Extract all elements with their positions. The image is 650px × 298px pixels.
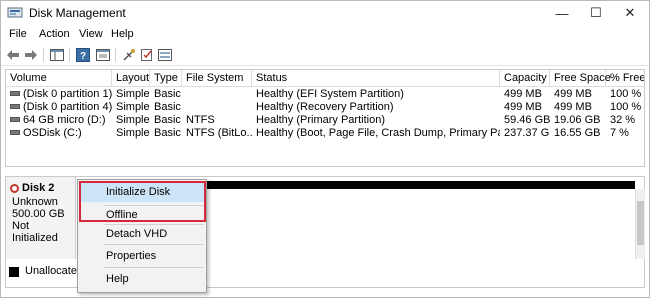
volume-icon bbox=[10, 90, 20, 96]
menu-file[interactable]: File bbox=[9, 28, 27, 40]
cell-layout: Simple bbox=[116, 127, 150, 139]
connect-icon[interactable] bbox=[121, 47, 137, 63]
minimize-button[interactable]: — bbox=[545, 1, 579, 25]
table-row[interactable]: OSDisk (C:) Simple Basic NTFS (BitLo... … bbox=[6, 127, 644, 140]
unallocated-region[interactable] bbox=[206, 189, 635, 259]
cell-file-system: NTFS (BitLo... bbox=[186, 127, 252, 139]
back-arrow-icon[interactable] bbox=[5, 47, 21, 63]
cell-file-system bbox=[182, 88, 252, 101]
col-capacity[interactable]: Capacity bbox=[500, 70, 550, 86]
cell-layout: Simple bbox=[116, 114, 150, 126]
cell-free-space: 499 MB bbox=[554, 88, 592, 100]
cell-status: Healthy (Recovery Partition) bbox=[256, 101, 394, 113]
disk-state: Not Initialized bbox=[12, 220, 58, 244]
col-free-space[interactable]: Free Space bbox=[550, 70, 611, 86]
volume-list: Volume Layout Type File System Status Ca… bbox=[5, 69, 645, 167]
cell-layout: Simple bbox=[116, 101, 150, 113]
scrollbar-thumb[interactable] bbox=[637, 201, 644, 245]
cell-type: Basic bbox=[154, 114, 181, 126]
cell-capacity: 237.37 GB bbox=[504, 127, 550, 139]
volume-list-header: Volume Layout Type File System Status Ca… bbox=[6, 70, 644, 87]
volume-icon bbox=[10, 103, 20, 109]
volume-icon bbox=[10, 116, 20, 122]
cell-type: Basic bbox=[154, 101, 181, 113]
cell-type: Basic bbox=[154, 88, 181, 100]
table-row[interactable]: 64 GB micro (D:) Simple Basic NTFS Healt… bbox=[6, 114, 644, 127]
svg-text:?: ? bbox=[80, 51, 86, 62]
table-row[interactable]: (Disk 0 partition 4) Simple Basic Health… bbox=[6, 101, 644, 114]
cell-free-space: 16.55 GB bbox=[554, 127, 601, 139]
disk-label[interactable]: Disk 2 Unknown 500.00 GB Not Initialized bbox=[6, 177, 76, 259]
col-type[interactable]: Type bbox=[150, 70, 182, 86]
maximize-button[interactable]: ☐ bbox=[579, 1, 613, 25]
cell-volume: OSDisk (C:) bbox=[23, 127, 82, 139]
cell-capacity: 59.46 GB bbox=[504, 114, 550, 126]
window-title: Disk Management bbox=[29, 6, 126, 20]
menu-item-properties[interactable]: Properties bbox=[106, 250, 156, 262]
checklist-icon[interactable] bbox=[139, 47, 155, 63]
table-row[interactable]: (Disk 0 partition 1) Simple Basic Health… bbox=[6, 88, 644, 101]
cell-free-space: 499 MB bbox=[554, 101, 592, 113]
col-file-system[interactable]: File System bbox=[182, 70, 252, 86]
highlight-annotation-box bbox=[79, 181, 206, 222]
properties-icon[interactable] bbox=[95, 47, 111, 63]
cell-type: Basic bbox=[154, 127, 181, 139]
cell-free-space: 19.06 GB bbox=[554, 114, 601, 126]
cell-layout: Simple bbox=[116, 88, 150, 100]
menu-item-help[interactable]: Help bbox=[106, 273, 129, 285]
menu-view[interactable]: View bbox=[79, 28, 103, 40]
disk-management-window: Disk Management — ☐ ✕ File Action View H… bbox=[0, 0, 650, 298]
disk-management-icon bbox=[7, 6, 23, 20]
disk-type: Unknown bbox=[12, 196, 58, 208]
menu-item-detach-vhd[interactable]: Detach VHD bbox=[106, 228, 167, 240]
cell-status: Healthy (Boot, Page File, Crash Dump, Pr… bbox=[256, 127, 500, 139]
menu-bar: File Action View Help bbox=[1, 25, 649, 44]
cell-status: Healthy (Primary Partition) bbox=[256, 114, 385, 126]
console-tree-icon[interactable] bbox=[49, 47, 65, 63]
menu-action[interactable]: Action bbox=[39, 28, 70, 40]
col-layout[interactable]: Layout bbox=[112, 70, 150, 86]
cell-status: Healthy (EFI System Partition) bbox=[256, 88, 404, 100]
menu-help[interactable]: Help bbox=[111, 28, 134, 40]
title-bar: Disk Management — ☐ ✕ bbox=[1, 1, 649, 25]
col-status[interactable]: Status bbox=[252, 70, 500, 86]
unallocated-bar bbox=[206, 181, 635, 189]
help-icon[interactable]: ? bbox=[75, 47, 91, 63]
forward-arrow-icon[interactable] bbox=[23, 47, 39, 63]
volume-icon bbox=[10, 129, 20, 135]
cell-volume: 64 GB micro (D:) bbox=[23, 114, 106, 126]
close-button[interactable]: ✕ bbox=[613, 1, 647, 25]
cell-capacity: 499 MB bbox=[504, 101, 542, 113]
cell-percent-free: 32 % bbox=[610, 114, 636, 126]
col-volume[interactable]: Volume bbox=[6, 70, 112, 86]
disk-error-icon bbox=[10, 184, 19, 193]
cell-volume: (Disk 0 partition 4) bbox=[23, 101, 112, 113]
unallocated-swatch bbox=[9, 267, 19, 277]
disk-size: 500.00 GB bbox=[12, 208, 65, 220]
cell-percent-free: 100 % bbox=[610, 101, 642, 113]
col-percent-free[interactable]: % Free bbox=[606, 70, 644, 86]
cell-volume: (Disk 0 partition 1) bbox=[23, 88, 112, 100]
toolbar: ? bbox=[1, 44, 649, 66]
cell-percent-free: 7 % bbox=[610, 127, 629, 139]
legend-unallocated: Unallocated bbox=[25, 265, 84, 277]
disk-name: Disk 2 bbox=[22, 182, 55, 194]
cell-capacity: 499 MB bbox=[504, 88, 542, 100]
cell-percent-free: 100 % bbox=[610, 88, 642, 100]
vertical-scrollbar[interactable] bbox=[635, 189, 645, 259]
cell-file-system bbox=[182, 101, 252, 114]
view-icon[interactable] bbox=[157, 47, 173, 63]
cell-file-system: NTFS bbox=[186, 114, 215, 126]
